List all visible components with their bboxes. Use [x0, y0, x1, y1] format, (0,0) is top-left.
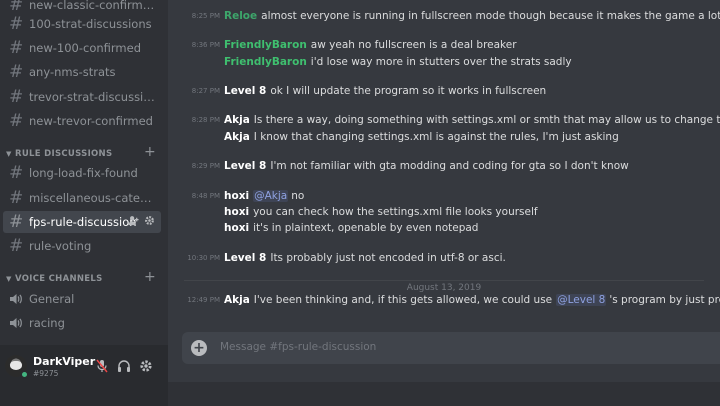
message-text: Its probably just not encoded in utf-8 o… — [270, 252, 506, 264]
message-text: it's in plaintext, openable by even note… — [253, 222, 479, 234]
category-rule-discussions[interactable]: ▼ RULE DISCUSSIONS + — [6, 144, 162, 161]
message-text: ok I will update the program so it works… — [270, 85, 547, 97]
message-author[interactable]: Level 8 — [224, 160, 266, 172]
message-text: I'm not familiar with gta modding and co… — [270, 160, 629, 172]
message-author[interactable]: hoxi — [224, 206, 249, 218]
message: 12:49 PM Akja I've been thinking and, if … — [168, 292, 720, 308]
message: 8:29 PM Level 8 I'm not familiar with gta… — [168, 158, 720, 174]
channel-rule-voting[interactable]: # rule-voting — [3, 235, 161, 257]
hash-icon: # — [9, 13, 24, 34]
message-author[interactable]: Akja — [224, 294, 250, 306]
add-channel-icon[interactable]: + — [144, 269, 156, 285]
message-author[interactable]: hoxi — [224, 190, 249, 202]
online-status-icon — [20, 370, 29, 379]
upload-plus-icon[interactable]: + — [191, 340, 207, 356]
hash-icon: # — [9, 187, 24, 208]
category-voice-channels[interactable]: ▼ VOICE CHANNELS + — [6, 269, 162, 286]
message-author[interactable]: FriendlyBaron — [224, 39, 307, 51]
gear-icon[interactable] — [144, 215, 155, 229]
message-text: 's program by just pressing Alt+Enter — [609, 294, 720, 306]
invite-icon[interactable] — [128, 215, 139, 229]
message-author[interactable]: Akja — [224, 131, 250, 143]
message: 8:36 PM FriendlyBaron aw yeah no fullscre… — [168, 37, 720, 53]
message-author[interactable]: hoxi — [224, 222, 249, 234]
hash-icon: # — [9, 86, 24, 107]
channel-trevor-strat-discussion[interactable]: # trevor-strat-discussion — [3, 86, 161, 108]
chat-area: 8:25 PM Reloe almost everyone is running … — [168, 0, 720, 406]
hash-icon: # — [9, 61, 24, 82]
speaker-icon — [9, 317, 26, 329]
message: 8:48 PM hoxi @Akja no — [168, 188, 720, 204]
message: FriendlyBaron i'd lose way more in stutte… — [168, 54, 720, 70]
timestamp: 10:30 PM — [187, 254, 220, 262]
channel-100-strat-discussions[interactable]: # 100-strat-discussions — [3, 13, 161, 35]
message-composer[interactable]: + Message #fps-rule-discussion — [182, 332, 720, 364]
hash-icon: # — [9, 110, 24, 131]
message: hoxi it's in plaintext, openable by even … — [168, 220, 720, 236]
channel-fps-rule-discussion[interactable]: # fps-rule-discussion — [3, 211, 161, 233]
timestamp: 12:49 PM — [187, 296, 220, 304]
channel-new-trevor-confirmed[interactable]: # new-trevor-confirmed — [3, 110, 161, 132]
bottom-bar — [168, 382, 720, 406]
message: 8:25 PM Reloe almost everyone is running … — [168, 8, 720, 24]
channel-sidebar: # new-classic-confirmed # 100-strat-disc… — [0, 0, 168, 406]
user-discriminator: #9275 — [33, 369, 59, 378]
message-text: you can check how the settings.xml file … — [253, 206, 538, 218]
message: 8:28 PM Akja Is there a way, doing someth… — [168, 112, 720, 128]
message-author[interactable]: Level 8 — [224, 252, 266, 264]
message: 10:30 PM Level 8 Its probably just not en… — [168, 250, 720, 266]
timestamp: 8:48 PM — [191, 192, 220, 200]
message-author[interactable]: Akja — [224, 114, 250, 126]
message-input[interactable]: Message #fps-rule-discussion — [220, 341, 376, 353]
message-text: i'd lose way more in stutters over the s… — [310, 56, 572, 68]
message-text: aw yeah no fullscreen is a deal breaker — [310, 39, 517, 51]
chevron-down-icon: ▼ — [6, 275, 12, 283]
message: hoxi you can check how the settings.xml f… — [168, 204, 720, 220]
voice-channel-general[interactable]: General — [3, 288, 161, 310]
hash-icon: # — [9, 162, 24, 183]
channel-miscellaneous-category[interactable]: # miscellaneous-category-... — [3, 187, 161, 209]
headphones-icon[interactable] — [117, 359, 131, 373]
hash-icon: # — [9, 235, 24, 256]
add-channel-icon[interactable]: + — [144, 144, 156, 160]
gear-icon[interactable] — [139, 359, 153, 373]
hash-icon: # — [9, 37, 24, 58]
message-text: almost everyone is running in fullscreen… — [261, 10, 720, 22]
message-text: I've been thinking and, if this gets all… — [253, 294, 553, 306]
username: DarkViper — [33, 355, 96, 368]
message-text: I know that changing settings.xml is aga… — [253, 131, 619, 143]
chevron-down-icon: ▼ — [6, 150, 12, 158]
hash-icon: # — [9, 211, 24, 232]
timestamp: 8:25 PM — [191, 12, 220, 20]
timestamp: 8:28 PM — [191, 116, 220, 124]
message-text: no — [291, 190, 305, 202]
user-mention[interactable]: @Level 8 — [556, 294, 607, 306]
timestamp: 8:29 PM — [191, 162, 220, 170]
speaker-icon — [9, 293, 26, 305]
channel-list: # new-classic-confirmed # 100-strat-disc… — [0, 0, 168, 345]
message-text: Is there a way, doing something with set… — [253, 114, 720, 126]
user-panel: DarkViper #9275 — [0, 345, 168, 406]
channel-long-load-fix-found[interactable]: # long-load-fix-found — [3, 162, 161, 184]
message: Akja I know that changing settings.xml is… — [168, 129, 720, 145]
microphone-muted-icon[interactable] — [95, 359, 109, 373]
timestamp: 8:27 PM — [191, 87, 220, 95]
message-author[interactable]: Level 8 — [224, 85, 266, 97]
message-author[interactable]: FriendlyBaron — [224, 56, 307, 68]
hash-icon: # — [9, 0, 24, 15]
user-mention[interactable]: @Akja — [253, 190, 289, 202]
channel-new-100-confirmed[interactable]: # new-100-confirmed — [3, 37, 161, 59]
voice-channel-racing[interactable]: racing — [3, 312, 161, 334]
message-author[interactable]: Reloe — [224, 10, 257, 22]
timestamp: 8:36 PM — [191, 41, 220, 49]
channel-any-nms-strats[interactable]: # any-nms-strats — [3, 61, 161, 83]
message: 8:27 PM Level 8 ok I will update the prog… — [168, 83, 720, 99]
